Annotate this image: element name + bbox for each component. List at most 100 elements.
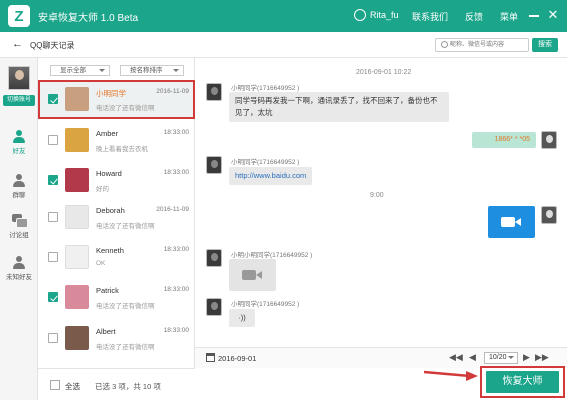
contact-date: 18:33:00 — [163, 286, 189, 293]
last-page-icon[interactable]: ▶▶ — [535, 352, 549, 363]
contact-item[interactable]: Patrick 18:33:00 电话没了还有微信啊 — [38, 278, 195, 317]
app-title: 安卓恢复大师 1.0 Beta — [38, 12, 139, 24]
message-sender: 小明同学(1716649952 ) — [231, 85, 300, 92]
nav-item-label: 好友 — [12, 148, 26, 155]
user-account[interactable]: Rita_fu — [354, 9, 399, 21]
page-select[interactable]: 10/20 — [484, 352, 518, 364]
message-timestamp: 2016-09-01 10:22 — [356, 69, 412, 76]
chevron-down-icon — [173, 69, 179, 72]
first-page-icon[interactable]: ◀◀ — [449, 352, 463, 363]
select-all-label[interactable]: 全选 — [65, 381, 80, 392]
avatar — [65, 168, 89, 192]
contact-list: 显示全部 按名称排序 小明同学 2016-11-09 电话没了还有微信啊 Amb… — [38, 58, 195, 368]
contact-preview: 电话没了还有微信啊 — [96, 223, 155, 230]
show-all-dropdown[interactable]: 显示全部 — [50, 65, 110, 76]
left-nav: 切换账号 好友 群聊 讨论组 未知好友 — [0, 58, 38, 400]
contact-checkbox[interactable] — [48, 175, 58, 185]
title-bar: Z 安卓恢复大师 1.0 Beta Rita_fu 联系我们 反馈 菜单 ✕ — [0, 0, 567, 32]
search-input[interactable] — [450, 39, 528, 51]
nav-item-discussion[interactable]: 讨论组 — [0, 212, 38, 248]
page-number: 10/20 — [489, 354, 507, 361]
contact-name: Deborah — [96, 206, 125, 215]
contact-item[interactable]: Albert 18:33:00 电话没了还有微信啊 — [38, 319, 195, 358]
person-icon — [12, 130, 26, 143]
video-camera-icon — [501, 217, 521, 227]
avatar — [65, 87, 89, 111]
avatar — [206, 298, 222, 316]
user-name: Rita_fu — [370, 10, 399, 20]
contact-item[interactable]: Kenneth 18:33:00 OK — [38, 238, 195, 277]
link-bubble[interactable]: http://www.baidu.com — [229, 167, 313, 185]
switch-account-button[interactable]: 切换账号 — [3, 95, 35, 106]
account-avatar — [8, 66, 30, 90]
unknown-friend-icon — [12, 256, 26, 269]
avatar — [65, 245, 89, 269]
restore-button[interactable]: 恢复大师 — [486, 371, 559, 393]
contact-checkbox[interactable] — [48, 212, 58, 222]
video-message[interactable] — [229, 259, 276, 291]
next-page-icon[interactable]: ▶ — [523, 352, 530, 363]
annotation-arrow-icon — [423, 370, 478, 381]
discussion-icon — [12, 214, 28, 228]
prev-page-icon[interactable]: ◀ — [469, 352, 476, 363]
video-camera-icon — [242, 270, 262, 280]
avatar — [206, 83, 222, 101]
contact-preview: OK — [96, 260, 106, 267]
contact-item[interactable]: Howard 18:33:00 好的 — [38, 161, 195, 200]
message-sender: 小明同学(1716649952 ) — [231, 159, 300, 166]
calendar-icon[interactable] — [206, 353, 215, 362]
contact-date: 2016-11-09 — [156, 88, 189, 95]
contact-checkbox[interactable] — [48, 135, 58, 145]
contact-date: 18:33:00 — [163, 169, 189, 176]
contact-preview: 好的 — [96, 186, 109, 193]
selected-count: 已选 3 项，共 10 项 — [95, 382, 161, 391]
contact-item[interactable]: Deborah 2016-11-09 电话没了还有微信啊 — [38, 198, 195, 237]
chevron-down-icon — [508, 356, 514, 359]
avatar — [65, 285, 89, 309]
contact-name: Kenneth — [96, 246, 124, 255]
avatar — [65, 205, 89, 229]
sort-dropdown[interactable]: 按名称排序 — [120, 65, 184, 76]
contact-name: Howard — [96, 169, 122, 178]
select-all-checkbox[interactable] — [50, 380, 60, 390]
contact-item[interactable]: 小明同学 2016-11-09 电话没了还有微信啊 — [38, 80, 195, 119]
contact-item[interactable]: Amber 18:33:00 晚上看着我去衣机 — [38, 121, 195, 160]
search-button[interactable]: 搜索 — [532, 38, 558, 52]
contact-checkbox[interactable] — [48, 252, 58, 262]
minimize-icon[interactable] — [527, 8, 541, 22]
feedback-link[interactable]: 反馈 — [465, 10, 483, 23]
search-icon — [441, 41, 448, 48]
back-arrow-icon[interactable]: ← — [12, 38, 23, 50]
contact-us-link[interactable]: 联系我们 — [412, 10, 448, 23]
nav-item-friends[interactable]: 好友 — [0, 128, 38, 164]
message-text: 见了，太坑 — [235, 108, 273, 117]
filter-row: 显示全部 按名称排序 — [38, 58, 195, 80]
chat-footer: 2016-09-01 ◀◀ ◀ 10/20 ▶ ▶▶ — [195, 347, 567, 368]
nav-item-label: 未知好友 — [6, 274, 32, 281]
search-box[interactable] — [435, 38, 529, 52]
menu-link[interactable]: 菜单 — [500, 10, 518, 23]
voice-message[interactable]: ·)) — [229, 309, 255, 327]
message-bubble: 同学号码再发我一下啊，通讯录丢了，找不回来了，备份也不 见了，太坑 — [229, 92, 449, 122]
contact-checkbox[interactable] — [48, 292, 58, 302]
contact-name: 小明同学 — [96, 89, 126, 98]
contact-preview: 电话没了还有微信啊 — [96, 303, 155, 310]
nav-item-unknown-friends[interactable]: 未知好友 — [0, 254, 38, 290]
avatar — [541, 206, 557, 224]
contact-date: 18:33:00 — [163, 246, 189, 253]
contact-checkbox[interactable] — [48, 333, 58, 343]
message-timestamp: 9:00 — [370, 192, 384, 199]
contact-name: Albert — [96, 327, 116, 336]
show-all-label: 显示全部 — [60, 67, 86, 74]
message-sender: 小明小明同学(1716649952 ) — [231, 252, 313, 259]
close-icon[interactable]: ✕ — [546, 8, 560, 22]
contact-name: Amber — [96, 129, 119, 138]
contact-checkbox[interactable] — [48, 94, 58, 104]
contact-preview: 电话没了还有微信啊 — [96, 344, 155, 351]
nav-item-groups[interactable]: 群聊 — [0, 172, 38, 208]
avatar — [206, 249, 222, 267]
video-message[interactable] — [488, 206, 535, 238]
chat-panel: 2016-09-01 10:22 小明同学(1716649952 ) 同学号码再… — [195, 58, 567, 347]
chat-date[interactable]: 2016-09-01 — [218, 354, 256, 363]
avatar — [65, 128, 89, 152]
